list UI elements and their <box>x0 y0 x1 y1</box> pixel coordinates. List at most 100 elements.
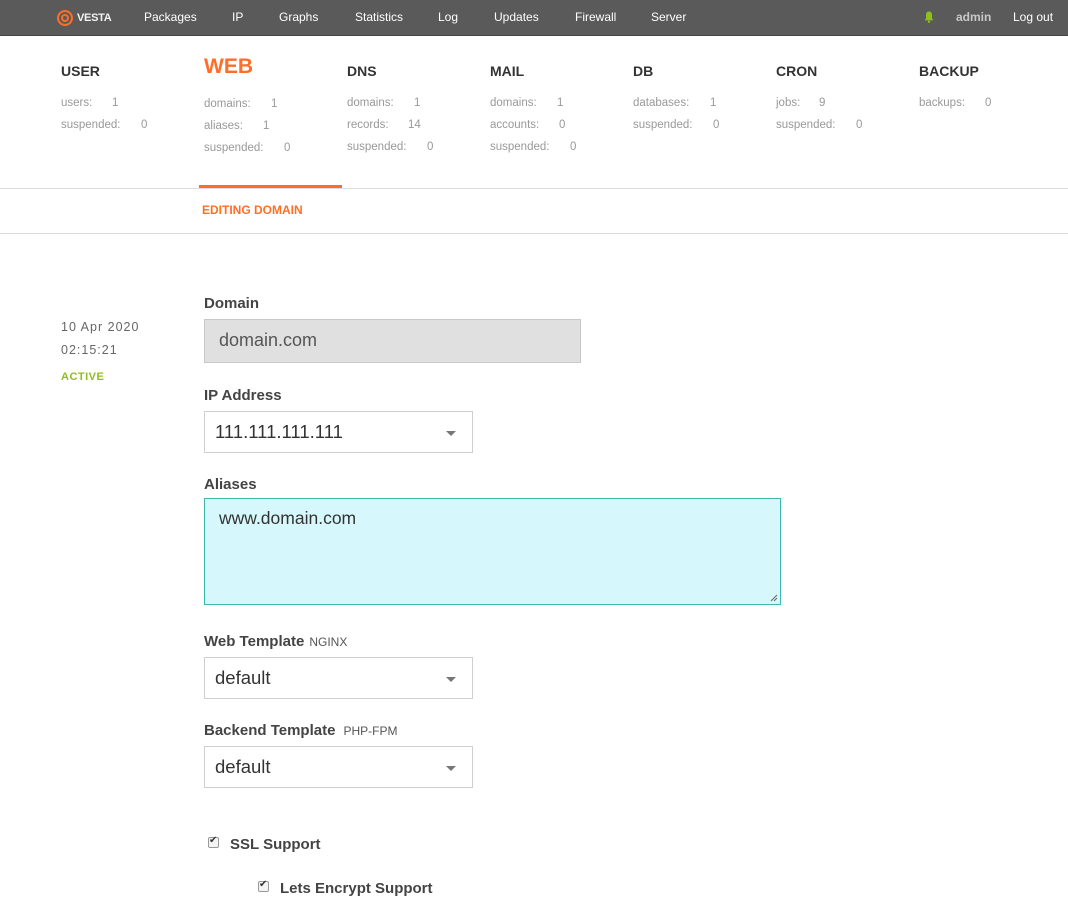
chevron-down-icon <box>446 677 456 682</box>
backend-template-label-text: Backend Template <box>204 722 336 739</box>
ssl-support-checkbox[interactable] <box>208 835 219 848</box>
nav-firewall[interactable]: Firewall <box>575 10 616 24</box>
stat-row: records: 14 <box>347 119 421 131</box>
web-template-select[interactable]: default <box>204 657 473 699</box>
domain-input: domain.com <box>204 319 581 363</box>
bell-icon[interactable] <box>924 11 934 23</box>
nav-server[interactable]: Server <box>651 10 686 24</box>
stat-row: domains: 1 <box>347 97 420 109</box>
creation-time: 02:15:21 <box>61 343 118 357</box>
stat-row: suspended: 0 <box>61 119 147 131</box>
ssl-support-label[interactable]: SSL Support <box>230 836 321 853</box>
stat-row: jobs: 9 <box>776 97 825 109</box>
stat-value: 0 <box>856 119 863 131</box>
ip-address-value: 111.111.111.111 <box>215 421 343 442</box>
web-template-value: default <box>215 667 271 688</box>
stat-value: 0 <box>427 141 434 153</box>
nav-statistics[interactable]: Statistics <box>355 10 403 24</box>
stat-value: 0 <box>985 97 992 109</box>
nav-packages[interactable]: Packages <box>144 10 197 24</box>
domain-label: Domain <box>204 295 260 312</box>
backend-template-select[interactable]: default <box>204 746 473 788</box>
stat-value: 0 <box>713 119 720 131</box>
stat-key: accounts: <box>490 119 540 131</box>
chevron-down-icon <box>446 431 456 436</box>
stat-row: backups: 0 <box>919 97 991 109</box>
aliases-textarea[interactable]: www.domain.com <box>204 498 781 605</box>
logo-text: VESTA <box>77 11 112 24</box>
chevron-down-icon <box>446 766 456 771</box>
stat-value: 1 <box>271 98 278 110</box>
stat-row: suspended: 0 <box>633 119 719 131</box>
web-template-label-text: Web Template <box>204 633 305 650</box>
stat-key: domains: <box>347 97 394 109</box>
stat-title-backup[interactable]: BACKUP <box>919 63 979 79</box>
nav-ip[interactable]: IP <box>232 10 243 24</box>
stat-value: 1 <box>710 97 717 109</box>
stat-row: aliases: 1 <box>204 120 269 132</box>
user-menu-admin[interactable]: admin <box>956 10 991 24</box>
stat-row: accounts: 0 <box>490 119 565 131</box>
stat-row: domains: 1 <box>204 98 277 110</box>
ip-address-label: IP Address <box>204 387 282 404</box>
page-title: EDITING DOMAIN <box>202 203 303 217</box>
backend-template-hint: PHP-FPM <box>343 724 398 738</box>
logo-ring-icon <box>57 9 73 26</box>
letsencrypt-label[interactable]: Lets Encrypt Support <box>280 880 433 897</box>
logout-link[interactable]: Log out <box>1013 10 1053 24</box>
stat-key: jobs: <box>776 97 801 109</box>
stat-key: backups: <box>919 97 966 109</box>
vesta-logo[interactable]: VESTA <box>57 9 112 26</box>
aliases-value: www.domain.com <box>219 508 357 528</box>
stat-value: 1 <box>557 97 564 109</box>
web-template-hint: NGINX <box>309 635 348 649</box>
stat-value: 0 <box>570 141 577 153</box>
stat-value: 14 <box>408 119 421 131</box>
stat-value: 9 <box>819 97 826 109</box>
creation-date: 10 Apr 2020 <box>61 320 140 334</box>
stat-key: suspended: <box>347 141 407 153</box>
divider <box>0 188 1068 189</box>
nav-graphs[interactable]: Graphs <box>279 10 318 24</box>
stat-key: suspended: <box>490 141 550 153</box>
ip-address-select[interactable]: 111.111.111.111 <box>204 411 473 453</box>
stat-value: 0 <box>141 119 148 131</box>
stat-value: 0 <box>559 119 566 131</box>
stat-value: 1 <box>263 120 270 132</box>
letsencrypt-checkbox[interactable] <box>258 879 269 892</box>
stat-key: users: <box>61 97 93 109</box>
stat-value: 1 <box>414 97 421 109</box>
stat-key: records: <box>347 119 389 131</box>
stat-key: domains: <box>204 98 251 110</box>
stat-key: aliases: <box>204 120 243 132</box>
stat-key: databases: <box>633 97 690 109</box>
stat-key: suspended: <box>204 142 264 154</box>
stat-row: databases: 1 <box>633 97 716 109</box>
nav-updates[interactable]: Updates <box>494 10 539 24</box>
stat-title-db[interactable]: DB <box>633 63 653 79</box>
stat-row: suspended: 0 <box>776 119 862 131</box>
stat-row: suspended: 0 <box>490 141 576 153</box>
stat-value: 0 <box>284 142 291 154</box>
stat-key: suspended: <box>633 119 693 131</box>
stat-title-cron[interactable]: CRON <box>776 63 817 79</box>
stat-title-mail[interactable]: MAIL <box>490 63 524 79</box>
resize-handle-icon[interactable] <box>770 594 778 602</box>
web-template-label: Web Template NGINX <box>204 633 347 650</box>
backend-template-value: default <box>215 756 271 777</box>
stat-title-web[interactable]: WEB <box>204 55 253 79</box>
stat-key: domains: <box>490 97 537 109</box>
aliases-label: Aliases <box>204 476 257 493</box>
stat-row: domains: 1 <box>490 97 563 109</box>
stat-key: suspended: <box>776 119 836 131</box>
nav-log[interactable]: Log <box>438 10 458 24</box>
stat-title-dns[interactable]: DNS <box>347 63 377 79</box>
stat-title-user[interactable]: USER <box>61 63 100 79</box>
stat-row: suspended: 0 <box>347 141 433 153</box>
status-badge: ACTIVE <box>61 371 105 383</box>
creation-datetime: 10 Apr 2020 02:15:21 <box>61 316 139 362</box>
divider <box>0 233 1068 234</box>
stat-row: suspended: 0 <box>204 142 290 154</box>
backend-template-label: Backend Template PHP-FPM <box>204 722 397 739</box>
stat-key: suspended: <box>61 119 121 131</box>
